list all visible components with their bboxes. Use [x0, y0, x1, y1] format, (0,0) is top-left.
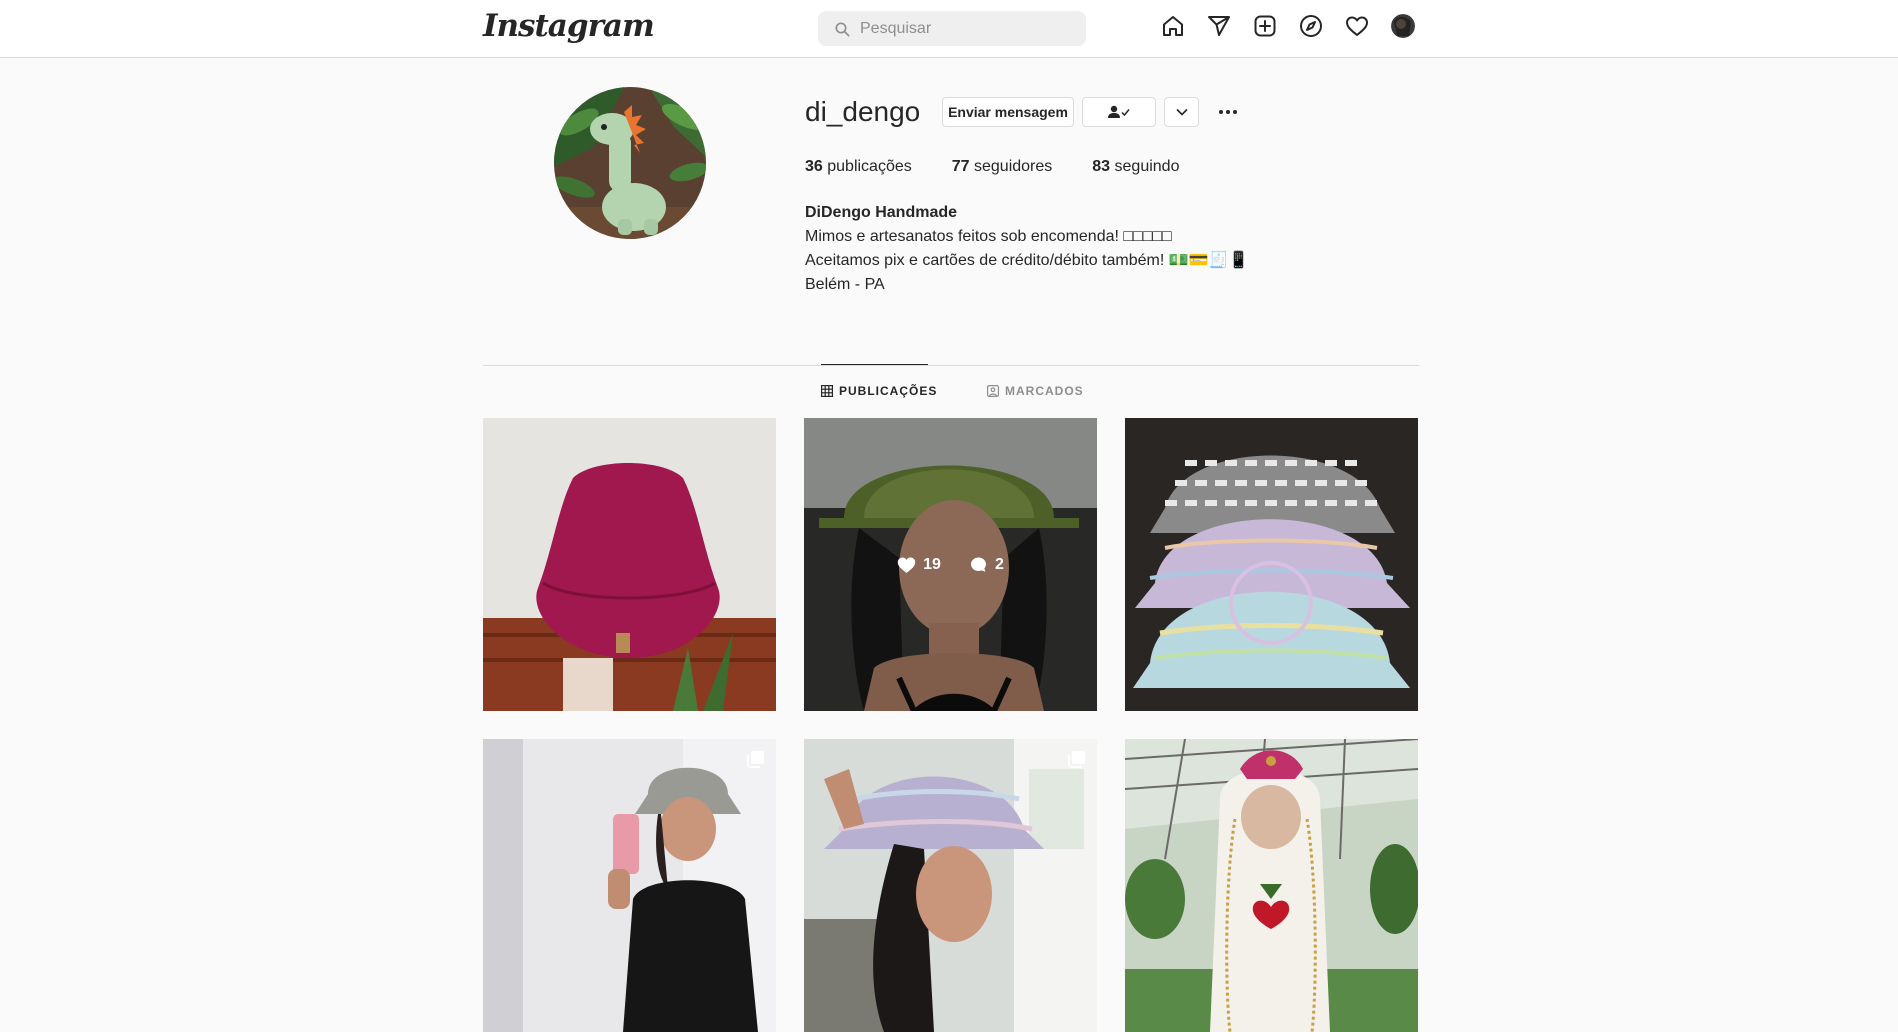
- profile-stats: 36 publicações 77 seguidores 83 seguindo: [805, 158, 1219, 176]
- followers-count[interactable]: 77 seguidores: [952, 158, 1053, 176]
- instagram-logo[interactable]: Instagram: [483, 8, 655, 44]
- post-thumbnail[interactable]: [804, 739, 1097, 1032]
- tabs-divider: [483, 365, 1419, 366]
- post-image-three-hats: [1125, 418, 1418, 711]
- post-thumbnail[interactable]: 19 2: [804, 418, 1097, 711]
- profile-picture[interactable]: [554, 87, 706, 239]
- profile-bio: DiDengo Handmade Mimos e artesanatos fei…: [805, 201, 1248, 297]
- direct-message-icon[interactable]: [1207, 14, 1231, 38]
- grid-icon: [821, 385, 833, 397]
- bio-location: Belém - PA: [805, 276, 885, 293]
- posts-count: 36 publicações: [805, 158, 912, 175]
- comments-count: 2: [969, 556, 1004, 574]
- send-message-button[interactable]: Enviar mensagem: [942, 97, 1074, 127]
- bio-line: Mimos e artesanatos feitos sob encomenda…: [805, 228, 1172, 245]
- carousel-icon: [1068, 751, 1085, 768]
- post-thumbnail[interactable]: [1125, 739, 1418, 1032]
- suggestions-dropdown-button[interactable]: [1164, 97, 1199, 127]
- person-check-icon: [1108, 105, 1130, 118]
- following-button[interactable]: [1082, 97, 1156, 127]
- profile-avatar[interactable]: [1391, 14, 1415, 38]
- home-icon[interactable]: [1161, 14, 1185, 38]
- activity-heart-icon[interactable]: [1345, 14, 1369, 38]
- tab-posts[interactable]: PUBLICAÇÕES: [821, 384, 937, 398]
- search-icon: [835, 22, 850, 36]
- post-hover-overlay: 19 2: [804, 418, 1097, 711]
- search-input[interactable]: [860, 19, 1080, 38]
- explore-icon[interactable]: [1299, 14, 1323, 38]
- nav-icons: [1161, 14, 1415, 38]
- post-image-magenta-hat: [483, 418, 776, 711]
- search-box[interactable]: [818, 11, 1086, 46]
- tab-tagged[interactable]: MARCADOS: [987, 384, 1084, 398]
- heart-icon: [897, 556, 916, 573]
- carousel-icon: [747, 751, 764, 768]
- new-post-icon[interactable]: [1253, 14, 1277, 38]
- post-thumbnail[interactable]: [483, 418, 776, 711]
- likes-count: 19: [897, 556, 941, 574]
- bio-line: Aceitamos pix e cartões de crédito/débit…: [805, 252, 1249, 269]
- post-thumbnail[interactable]: [1125, 418, 1418, 711]
- chevron-down-icon: [1175, 108, 1188, 116]
- active-tab-indicator: [821, 364, 928, 365]
- profile-username: di_dengo: [805, 96, 921, 127]
- top-navigation: Instagram: [0, 0, 1898, 58]
- more-options-icon[interactable]: [1216, 100, 1240, 124]
- comment-icon: [970, 557, 986, 572]
- following-count[interactable]: 83 seguindo: [1092, 158, 1179, 176]
- post-image-mirror-selfie: [483, 739, 776, 1032]
- post-image-amigurumi-doll: [1125, 739, 1418, 1032]
- post-thumbnail[interactable]: [483, 739, 776, 1032]
- profile-full-name: DiDengo Handmade: [805, 204, 958, 221]
- tagged-icon: [987, 385, 999, 397]
- post-image-pastel-hat: [804, 739, 1097, 1032]
